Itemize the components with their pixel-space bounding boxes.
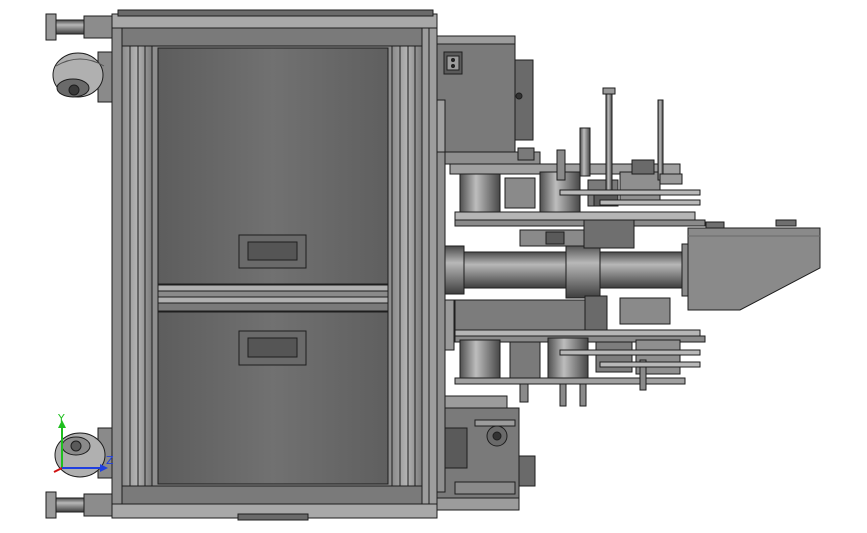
axis-triad-icon: Y Z <box>53 412 114 473</box>
x-axis-arrow <box>53 467 63 473</box>
side-mounting-plate <box>436 151 446 493</box>
leveling-foot-top <box>45 13 115 41</box>
main-shaft-cylinder <box>439 219 691 299</box>
cad-model-viewport[interactable] <box>0 0 867 533</box>
caster-wheel-top <box>52 51 115 103</box>
drive-unit-lower <box>436 395 536 511</box>
z-axis-label: Z <box>106 454 114 467</box>
output-chute <box>687 219 821 311</box>
electrical-enclosure <box>436 35 534 161</box>
drawer-handle-upper[interactable] <box>238 234 307 269</box>
mechanism-lower-assembly <box>439 295 706 407</box>
y-axis-label: Y <box>57 412 65 425</box>
leveling-foot-bottom <box>45 491 115 519</box>
cabinet-divider-rail <box>157 284 389 312</box>
drawer-handle-lower[interactable] <box>238 330 307 366</box>
